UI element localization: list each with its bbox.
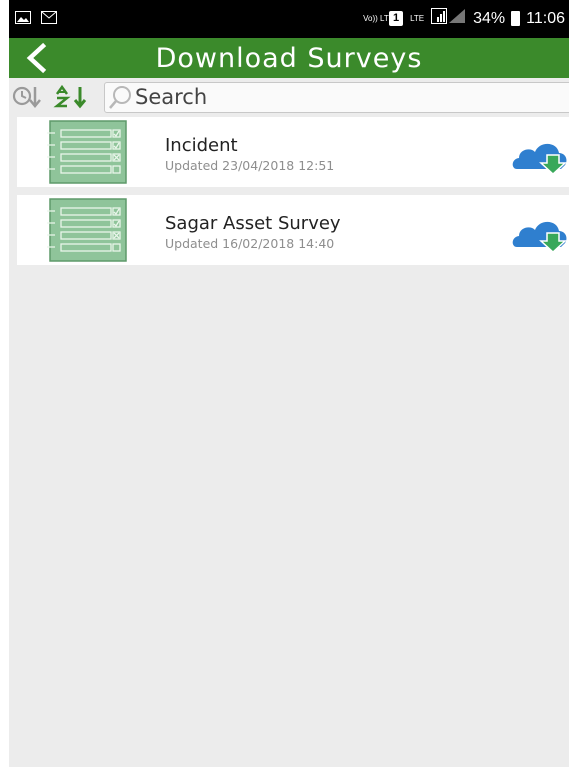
survey-updated: Updated 23/04/2018 12:51 <box>165 158 335 173</box>
mail-notification-icon <box>41 11 57 24</box>
image-notification-icon <box>15 11 31 24</box>
survey-updated: Updated 16/02/2018 14:40 <box>165 236 335 251</box>
sort-az-icon <box>53 84 87 109</box>
toolbar <box>9 80 569 113</box>
search-input[interactable] <box>135 83 555 111</box>
sim-indicator: 1 <box>389 11 404 26</box>
app-frame: Vo)) LTE 1 LTE 34% 11:06 Download Survey… <box>9 0 569 767</box>
sort-by-date-button[interactable] <box>12 84 42 115</box>
page-title: Download Surveys <box>155 43 423 74</box>
search-icon <box>109 86 131 109</box>
volte-indicator: Vo)) LTE <box>363 13 395 23</box>
app-header: Download Surveys <box>9 38 569 78</box>
survey-form-icon <box>47 120 127 184</box>
battery-icon <box>511 11 521 26</box>
cloud-download-icon[interactable] <box>511 213 569 253</box>
survey-list-item[interactable]: Incident Updated 23/04/2018 12:51 <box>17 117 569 187</box>
survey-form-icon <box>47 198 127 262</box>
survey-title: Sagar Asset Survey <box>165 213 341 234</box>
lte-indicator: LTE <box>410 13 425 23</box>
survey-title: Incident <box>165 135 238 156</box>
sort-alphabetical-button[interactable] <box>53 84 93 115</box>
signal-icon <box>431 8 467 29</box>
battery-percent: 34% <box>473 9 506 27</box>
cloud-download-icon[interactable] <box>511 135 569 175</box>
clock-sort-icon <box>12 86 41 108</box>
status-bar: Vo)) LTE 1 LTE 34% 11:06 <box>9 0 569 38</box>
survey-list-item[interactable]: Sagar Asset Survey Updated 16/02/2018 14… <box>17 195 569 265</box>
search-field[interactable] <box>104 82 569 113</box>
clock: 11:06 <box>526 9 565 27</box>
